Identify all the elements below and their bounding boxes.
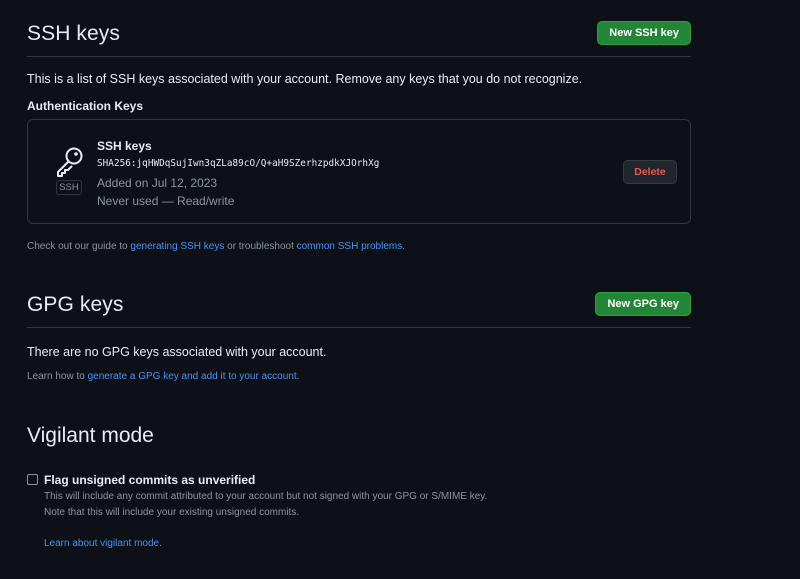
ssh-type-badge: SSH xyxy=(56,180,82,195)
ssh-keys-intro: This is a list of SSH keys associated wi… xyxy=(27,72,583,86)
flag-unsigned-commits-label[interactable]: Flag unsigned commits as unverified xyxy=(44,473,255,487)
ssh-key-icon-group: SSH xyxy=(55,146,87,198)
gpg-learn-suffix: . xyxy=(296,371,300,382)
new-gpg-key-button[interactable]: New GPG key xyxy=(595,292,691,316)
settings-content: SSH keys New SSH key This is a list of S… xyxy=(27,0,691,549)
vigilant-mode-note: Note that this will include your existin… xyxy=(44,507,300,518)
vigilant-mode-description: This will include any commit attributed … xyxy=(44,491,488,502)
generating-ssh-keys-link[interactable]: generating SSH keys xyxy=(130,241,224,252)
vigilant-mode-title: Vigilant mode xyxy=(27,424,154,447)
ssh-guide-middle: or troubleshoot xyxy=(224,241,297,252)
learn-vigilant-mode-link[interactable]: Learn about vigilant mode. xyxy=(44,538,162,549)
ssh-key-usage: Never used — Read/write xyxy=(97,194,235,208)
gpg-keys-empty-message: There are no GPG keys associated with yo… xyxy=(27,345,327,359)
key-icon xyxy=(57,147,83,177)
gpg-keys-section: GPG keys New GPG key xyxy=(27,271,691,328)
ssh-key-item: SSH SSH keys SHA256:jqHWDqSujIwn3qZLa89c… xyxy=(27,119,691,224)
common-ssh-problems-link[interactable]: common SSH problems xyxy=(297,241,403,252)
ssh-key-added-date: Added on Jul 12, 2023 xyxy=(97,176,218,190)
authentication-keys-heading: Authentication Keys xyxy=(27,99,144,113)
ssh-guide-suffix: . xyxy=(402,241,405,252)
ssh-guide-prefix: Check out our guide to xyxy=(27,241,131,252)
ssh-keys-title: SSH keys xyxy=(27,22,120,45)
flag-unsigned-commits-checkbox[interactable] xyxy=(27,474,38,485)
ssh-gpg-keys-settings-page: SSH keys New SSH key This is a list of S… xyxy=(0,0,800,579)
ssh-guide-text: Check out our guide to generating SSH ke… xyxy=(27,241,405,252)
delete-ssh-key-button[interactable]: Delete xyxy=(623,160,677,184)
gpg-learn-text: Learn how to generate a GPG key and add … xyxy=(27,371,299,382)
gpg-keys-title: GPG keys xyxy=(27,293,124,316)
new-ssh-key-button[interactable]: New SSH key xyxy=(597,21,691,45)
ssh-keys-header: SSH keys New SSH key xyxy=(27,0,691,57)
gpg-keys-header: GPG keys New GPG key xyxy=(27,271,691,328)
gpg-learn-prefix: Learn how to xyxy=(27,371,88,382)
ssh-key-title: SSH keys xyxy=(97,139,152,153)
ssh-key-fingerprint: SHA256:jqHWDqSujIwn3qZLa89cO/Q+aH9SZerhz… xyxy=(97,158,380,169)
generate-gpg-key-link[interactable]: generate a GPG key and add it to your ac… xyxy=(88,371,297,382)
